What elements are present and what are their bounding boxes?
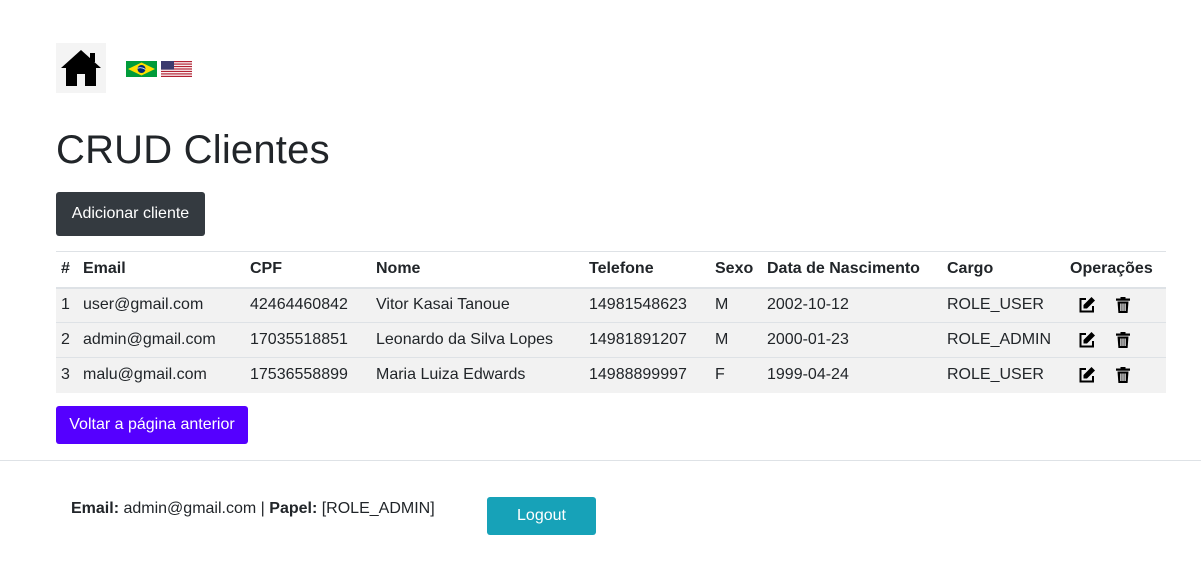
cell-email: admin@gmail.com bbox=[78, 322, 245, 358]
trash-icon[interactable] bbox=[1114, 366, 1132, 384]
add-client-button[interactable]: Adicionar cliente bbox=[56, 192, 205, 236]
cell-nascimento: 2000-01-23 bbox=[762, 322, 942, 358]
info-separator: | bbox=[260, 500, 265, 517]
cell-telefone: 14988899997 bbox=[584, 357, 710, 393]
role-label: Papel: bbox=[269, 500, 318, 517]
header-id: # bbox=[56, 251, 78, 289]
cell-cpf: 17035518851 bbox=[245, 322, 371, 358]
cell-sexo: M bbox=[710, 322, 762, 358]
clients-table: # Email CPF Nome Telefone Sexo Data de N… bbox=[56, 251, 1166, 393]
back-button[interactable]: Voltar a página anterior bbox=[56, 406, 248, 444]
table-row: 2 admin@gmail.com 17035518851 Leonardo d… bbox=[56, 322, 1166, 358]
cell-email: malu@gmail.com bbox=[78, 357, 245, 393]
cell-nome: Vitor Kasai Tanoue bbox=[371, 287, 584, 323]
trash-icon[interactable] bbox=[1114, 296, 1132, 314]
cell-id: 3 bbox=[56, 357, 78, 393]
cell-operacoes bbox=[1065, 322, 1166, 358]
edit-icon[interactable] bbox=[1078, 331, 1096, 349]
header-cargo: Cargo bbox=[942, 251, 1065, 289]
email-label: Email: bbox=[71, 500, 120, 517]
cell-sexo: F bbox=[710, 357, 762, 393]
top-navigation bbox=[56, 43, 192, 93]
cell-operacoes bbox=[1065, 357, 1166, 393]
header-sexo: Sexo bbox=[710, 251, 762, 289]
cell-cargo: ROLE_USER bbox=[942, 287, 1065, 323]
header-operacoes: Operações bbox=[1065, 251, 1166, 289]
footer-divider bbox=[0, 460, 1201, 461]
table-row: 1 user@gmail.com 42464460842 Vitor Kasai… bbox=[56, 287, 1166, 323]
cell-cpf: 17536558899 bbox=[245, 357, 371, 393]
home-link[interactable] bbox=[56, 43, 106, 93]
brazil-flag-icon[interactable] bbox=[126, 61, 157, 77]
cell-cargo: ROLE_ADMIN bbox=[942, 322, 1065, 358]
header-nascimento: Data de Nascimento bbox=[762, 251, 942, 289]
table-header-row: # Email CPF Nome Telefone Sexo Data de N… bbox=[56, 251, 1166, 289]
cell-email: user@gmail.com bbox=[78, 287, 245, 323]
email-value: admin@gmail.com bbox=[123, 500, 257, 517]
header-email: Email bbox=[78, 251, 245, 289]
logout-button[interactable]: Logout bbox=[487, 497, 596, 535]
cell-nome: Leonardo da Silva Lopes bbox=[371, 322, 584, 358]
cell-telefone: 14981891207 bbox=[584, 322, 710, 358]
cell-id: 1 bbox=[56, 287, 78, 323]
header-cpf: CPF bbox=[245, 251, 371, 289]
cell-id: 2 bbox=[56, 322, 78, 358]
cell-telefone: 14981548623 bbox=[584, 287, 710, 323]
role-value: [ROLE_ADMIN] bbox=[321, 500, 435, 517]
header-nome: Nome bbox=[371, 251, 584, 289]
language-selector bbox=[126, 61, 192, 77]
cell-operacoes bbox=[1065, 287, 1166, 323]
cell-cargo: ROLE_USER bbox=[942, 357, 1065, 393]
edit-icon[interactable] bbox=[1078, 366, 1096, 384]
cell-cpf: 42464460842 bbox=[245, 287, 371, 323]
table-row: 3 malu@gmail.com 17536558899 Maria Luiza… bbox=[56, 357, 1166, 393]
cell-nascimento: 1999-04-24 bbox=[762, 357, 942, 393]
cell-nascimento: 2002-10-12 bbox=[762, 287, 942, 323]
user-info: Email: admin@gmail.com | Papel: [ROLE_AD… bbox=[71, 500, 435, 518]
edit-icon[interactable] bbox=[1078, 296, 1096, 314]
cell-nome: Maria Luiza Edwards bbox=[371, 357, 584, 393]
header-telefone: Telefone bbox=[584, 251, 710, 289]
cell-sexo: M bbox=[710, 287, 762, 323]
page-title: CRUD Clientes bbox=[56, 128, 330, 172]
usa-flag-icon[interactable] bbox=[161, 61, 192, 77]
trash-icon[interactable] bbox=[1114, 331, 1132, 349]
home-icon bbox=[61, 50, 101, 86]
